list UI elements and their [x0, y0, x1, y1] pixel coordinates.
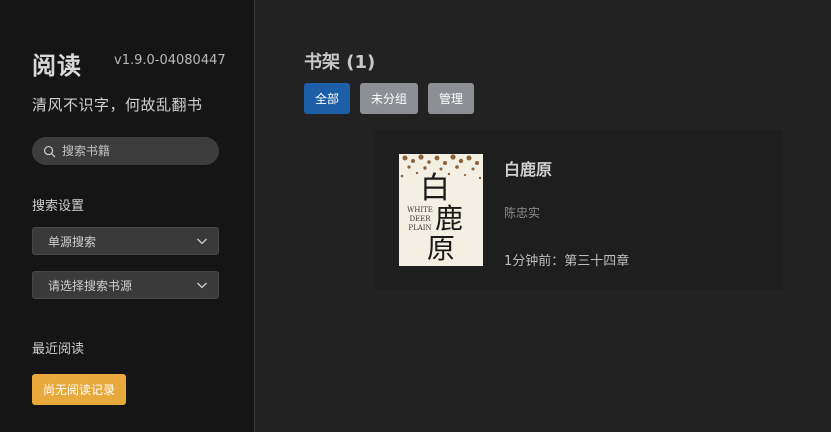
- book-author: 陈忠实: [504, 206, 541, 220]
- search-mode-value: 单源搜索: [48, 234, 97, 249]
- bookshelf-title: 书架 (1): [304, 52, 376, 73]
- tab-manage[interactable]: 管理: [428, 83, 474, 114]
- book-title[interactable]: 白鹿原: [504, 156, 552, 180]
- app-title: 阅读: [32, 52, 82, 80]
- cover-english-3: PLAIN: [408, 224, 431, 232]
- cover-title-char-2: 鹿: [435, 202, 463, 235]
- book-card[interactable]: 白 鹿 原 WHITE DEER PLAIN 白鹿原 陈忠实 1分钟前：第三十四…: [375, 130, 783, 290]
- recent-reading-label: 最近阅读: [32, 342, 85, 357]
- tab-all[interactable]: 全部: [304, 83, 350, 114]
- no-history-button[interactable]: 尚无阅读记录: [32, 374, 126, 405]
- cover-title-char-3: 原: [427, 232, 455, 265]
- book-cover[interactable]: 白 鹿 原 WHITE DEER PLAIN: [399, 154, 483, 266]
- book-search-box[interactable]: [32, 137, 219, 165]
- cover-english-1: WHITE: [407, 206, 433, 214]
- search-icon: [43, 145, 56, 157]
- search-mode-select[interactable]: 单源搜索: [32, 227, 219, 255]
- search-settings-label: 搜索设置: [32, 199, 85, 214]
- cover-english-2: DEER: [409, 215, 431, 223]
- chevron-down-icon: [197, 282, 207, 289]
- book-source-value: 请选择搜索书源: [48, 278, 133, 293]
- app-motto: 清风不识字，何故乱翻书: [32, 96, 203, 114]
- tab-ungrouped[interactable]: 未分组: [360, 83, 418, 114]
- version-label: v1.9.0-04080447: [114, 53, 226, 68]
- book-progress: 1分钟前：第三十四章: [504, 254, 630, 269]
- sidebar: 阅读 v1.9.0-04080447 清风不识字，何故乱翻书 搜索设置 单源搜索…: [0, 0, 255, 432]
- book-cover-art: 白 鹿 原 WHITE DEER PLAIN: [399, 154, 483, 266]
- book-source-select[interactable]: 请选择搜索书源: [32, 271, 219, 299]
- cover-title-char-1: 白: [420, 171, 450, 206]
- chevron-down-icon: [197, 238, 207, 245]
- book-search-input[interactable]: [62, 144, 212, 158]
